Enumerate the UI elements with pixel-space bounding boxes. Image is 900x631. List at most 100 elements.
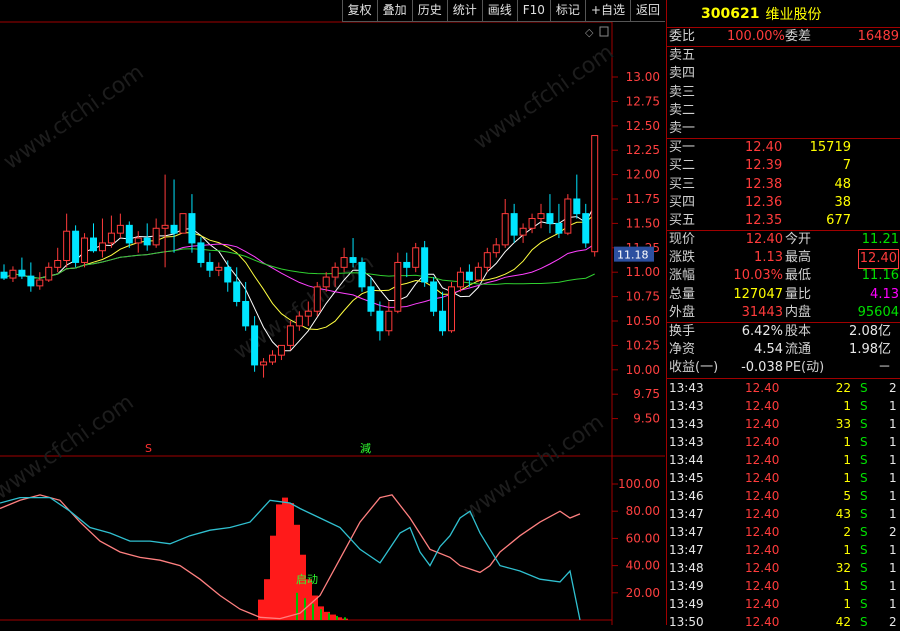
candle[interactable] — [18, 257, 26, 280]
candle-body — [555, 222, 563, 234]
candle[interactable] — [54, 247, 62, 273]
toolbar-button-2[interactable]: 历史 — [411, 0, 447, 22]
bid-price: 12.38 — [745, 176, 783, 192]
candle[interactable] — [260, 358, 268, 378]
candle[interactable] — [537, 203, 545, 229]
bid-row: 买二 12.39 7 — [667, 157, 900, 175]
stat-label: 最高 — [785, 250, 812, 266]
candle[interactable] — [430, 277, 438, 317]
toolbar-button-5[interactable]: F10 — [516, 0, 550, 22]
candle[interactable] — [474, 262, 482, 282]
candle[interactable] — [403, 252, 411, 278]
candle[interactable] — [483, 247, 491, 273]
toolbar-button-7[interactable]: +自选 — [584, 0, 630, 22]
candle-body — [439, 310, 447, 332]
ind-bar-green — [344, 617, 346, 620]
candle[interactable] — [448, 281, 455, 333]
tick-side: S — [860, 380, 868, 395]
kline-chart-area[interactable]: ◇ www.cfchi.com www.cfchi.com www.cfchi.co… — [0, 0, 665, 625]
candle[interactable] — [197, 237, 205, 268]
candle[interactable] — [501, 199, 509, 248]
price-tick-label: 9.75 — [633, 387, 660, 401]
candle[interactable] — [98, 218, 106, 258]
candle[interactable] — [456, 267, 464, 292]
candle[interactable] — [394, 252, 402, 314]
tick-side: S — [860, 470, 868, 485]
candle[interactable] — [90, 223, 97, 253]
candle[interactable] — [492, 238, 500, 258]
toolbar-button-6[interactable]: 标记 — [549, 0, 585, 22]
tick-side: S — [860, 434, 868, 449]
stat-row: 外盘 31443 内盘 95604 — [667, 304, 900, 322]
candle[interactable] — [72, 225, 80, 268]
candle[interactable] — [555, 203, 563, 239]
candle-body — [591, 135, 599, 253]
candle[interactable] — [519, 223, 527, 243]
candle[interactable] — [81, 233, 89, 268]
stat-label: 内盘 — [785, 304, 812, 320]
candle[interactable] — [242, 281, 250, 331]
ask-label: 卖二 — [669, 102, 696, 118]
candle-body — [501, 213, 509, 246]
candle[interactable] — [421, 240, 429, 287]
stat-value: 1.13 — [754, 250, 783, 266]
price-tick-label: 12.25 — [626, 143, 660, 157]
tick-price: 12.40 — [745, 416, 780, 431]
candle[interactable] — [546, 194, 554, 234]
tick-time: 13:50 — [669, 614, 704, 629]
candle[interactable] — [376, 301, 384, 341]
tick-price: 12.40 — [745, 542, 780, 557]
quote-panel: 300621 维业股份 委比 100.00% 委差 16489 卖五 卖四 卖三 卖二… — [666, 0, 900, 629]
candle[interactable] — [591, 135, 599, 257]
candle-body — [403, 261, 411, 268]
candle[interactable] — [313, 281, 321, 317]
bid-row: 买一 12.40 15719 — [667, 139, 900, 157]
candle[interactable] — [9, 266, 17, 282]
candle[interactable] — [573, 174, 581, 219]
candle[interactable] — [206, 252, 214, 278]
candle-body — [349, 257, 357, 263]
candle[interactable] — [107, 215, 115, 248]
candle[interactable] — [510, 203, 518, 243]
candle[interactable] — [125, 221, 133, 248]
candle[interactable] — [564, 194, 572, 236]
candle[interactable] — [63, 213, 71, 268]
toolbar-button-3[interactable]: 统计 — [446, 0, 482, 22]
candle[interactable] — [36, 272, 44, 290]
stat-row: 涨幅 10.03% 最低 11.16 — [667, 267, 900, 285]
candle[interactable] — [45, 262, 53, 282]
toolbar-button-8[interactable]: 返回 — [629, 0, 665, 22]
tick-volume: 1 — [843, 398, 851, 413]
toolbar-button-0[interactable]: 复权 — [341, 0, 377, 22]
candle[interactable] — [582, 203, 590, 248]
candle[interactable] — [349, 238, 357, 268]
candle[interactable] — [27, 262, 35, 292]
tick-time: 13:43 — [669, 416, 704, 431]
toolbar-button-1[interactable]: 叠加 — [376, 0, 412, 22]
candle[interactable] — [188, 194, 196, 253]
candle[interactable] — [161, 174, 169, 268]
candle[interactable] — [215, 262, 223, 277]
candle[interactable] — [439, 291, 447, 336]
ind-tick-label: 100.00 — [618, 477, 660, 491]
candle[interactable] — [152, 218, 160, 248]
candle[interactable] — [277, 344, 285, 361]
candle[interactable] — [224, 260, 232, 292]
candle[interactable] — [358, 257, 366, 292]
candle[interactable] — [170, 179, 178, 253]
candle[interactable] — [0, 264, 8, 281]
kline-chart[interactable]: ◇ www.cfchi.com www.cfchi.com www.cfchi.co… — [0, 0, 665, 625]
candle[interactable] — [179, 213, 187, 234]
tick-list[interactable]: 13:43 12.40 22 S 2 13:43 12.40 1 S 1 13:43 12.40 33 S… — [667, 379, 900, 631]
candle[interactable] — [286, 321, 294, 351]
window-icon[interactable] — [599, 26, 609, 37]
candle-body — [331, 266, 339, 278]
candle[interactable] — [269, 350, 276, 365]
candle[interactable] — [116, 213, 124, 239]
candle[interactable] — [134, 231, 142, 253]
toolbar-button-4[interactable]: 画线 — [481, 0, 517, 22]
candle[interactable] — [412, 242, 420, 273]
diamond-icon[interactable]: ◇ — [585, 26, 594, 39]
candle-body — [582, 213, 590, 244]
candle[interactable] — [367, 277, 375, 317]
